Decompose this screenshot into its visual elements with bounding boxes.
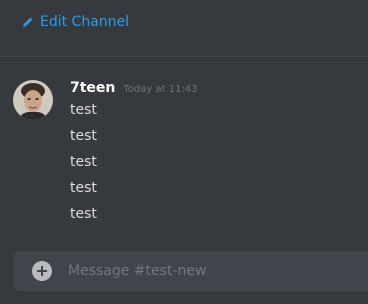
message-text: test [70, 180, 97, 196]
message-text: test [70, 102, 97, 118]
upload-button[interactable] [32, 261, 52, 281]
avatar[interactable] [13, 80, 53, 120]
edit-channel-label: Edit Channel [40, 14, 130, 30]
channel-header: Edit Channel [0, 0, 368, 46]
pencil-icon [22, 16, 34, 28]
message-text: test [70, 154, 97, 170]
message-input[interactable] [68, 259, 358, 283]
edit-channel-button[interactable]: Edit Channel [22, 14, 129, 30]
timestamp: Today at 11:43 [123, 84, 198, 95]
message-composer [14, 251, 368, 291]
message-text: test [70, 128, 97, 144]
header-divider [0, 56, 368, 57]
plus-circle-icon [32, 261, 52, 281]
username[interactable]: 7teen [70, 80, 115, 96]
chat-window: Edit Channel 7teen Today at 11:43 test t… [0, 0, 368, 304]
message-list: test test test test test [70, 102, 97, 232]
message-text: test [70, 206, 97, 222]
message-header: 7teen Today at 11:43 [70, 80, 198, 96]
